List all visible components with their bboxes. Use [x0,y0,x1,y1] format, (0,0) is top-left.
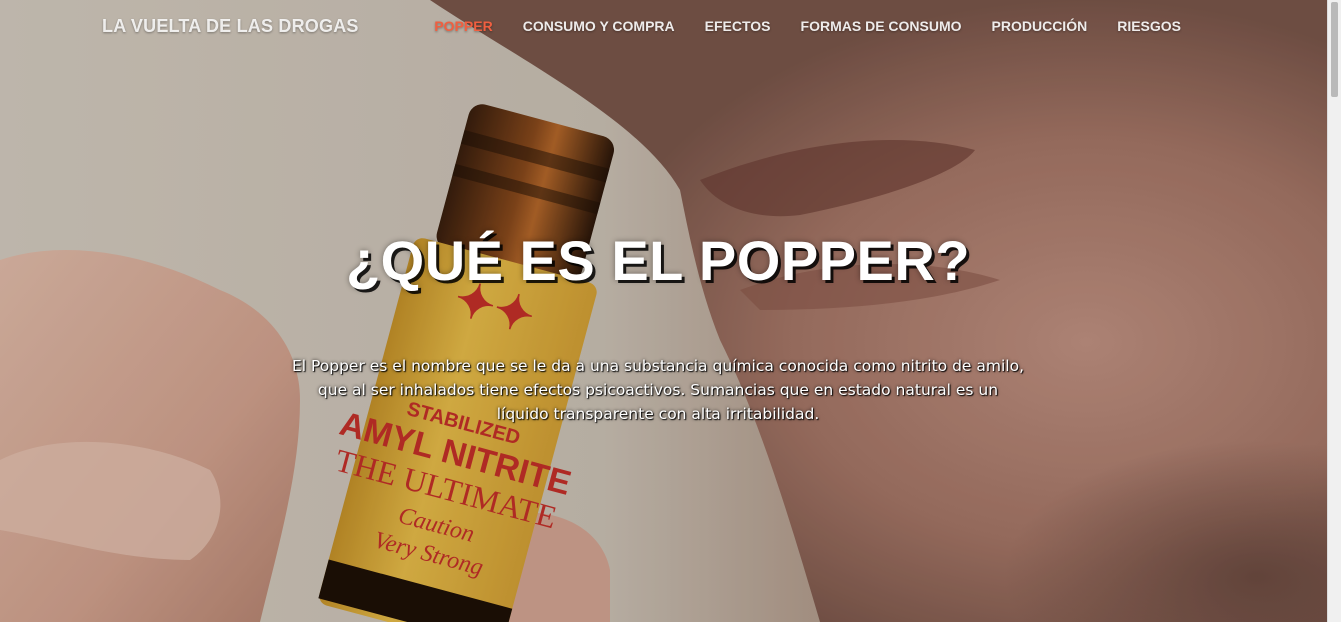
scrollbar-thumb[interactable] [1331,2,1338,97]
brand-link[interactable]: LA VUELTA DE LAS DROGAS [102,16,359,37]
hero-title: ¿QUÉ ES EL POPPER? [345,229,971,292]
nav-menu: POPPER CONSUMO Y COMPRA EFECTOS FORMAS D… [419,18,1196,34]
nav-item-produccion: PRODUCCIÓN [977,18,1103,34]
nav-item-efectos: EFECTOS [690,18,786,34]
nav-link-popper[interactable]: POPPER [419,18,507,34]
nav-item-popper: POPPER [419,18,507,34]
page: ✦✦ STABILIZED AMYL NITRITE THE ULTIMATE … [0,0,1341,622]
nav-link-efectos[interactable]: EFECTOS [690,18,786,34]
top-navbar: LA VUELTA DE LAS DROGAS POPPER CONSUMO Y… [0,0,1328,54]
nav-link-riesgos[interactable]: RIESGOS [1102,18,1196,34]
nav-link-produccion[interactable]: PRODUCCIÓN [977,18,1103,34]
nav-item-consumo-y-compra: CONSUMO Y COMPRA [508,18,690,34]
nav-link-consumo-y-compra[interactable]: CONSUMO Y COMPRA [508,18,690,34]
background-overlay [0,0,1341,622]
page-scrollbar[interactable] [1327,0,1341,622]
nav-link-formas-de-consumo[interactable]: FORMAS DE CONSUMO [786,18,977,34]
hero-description: El Popper es el nombre que se le da a un… [291,357,1025,423]
nav-item-formas-de-consumo: FORMAS DE CONSUMO [786,18,977,34]
nav-item-riesgos: RIESGOS [1102,18,1196,34]
